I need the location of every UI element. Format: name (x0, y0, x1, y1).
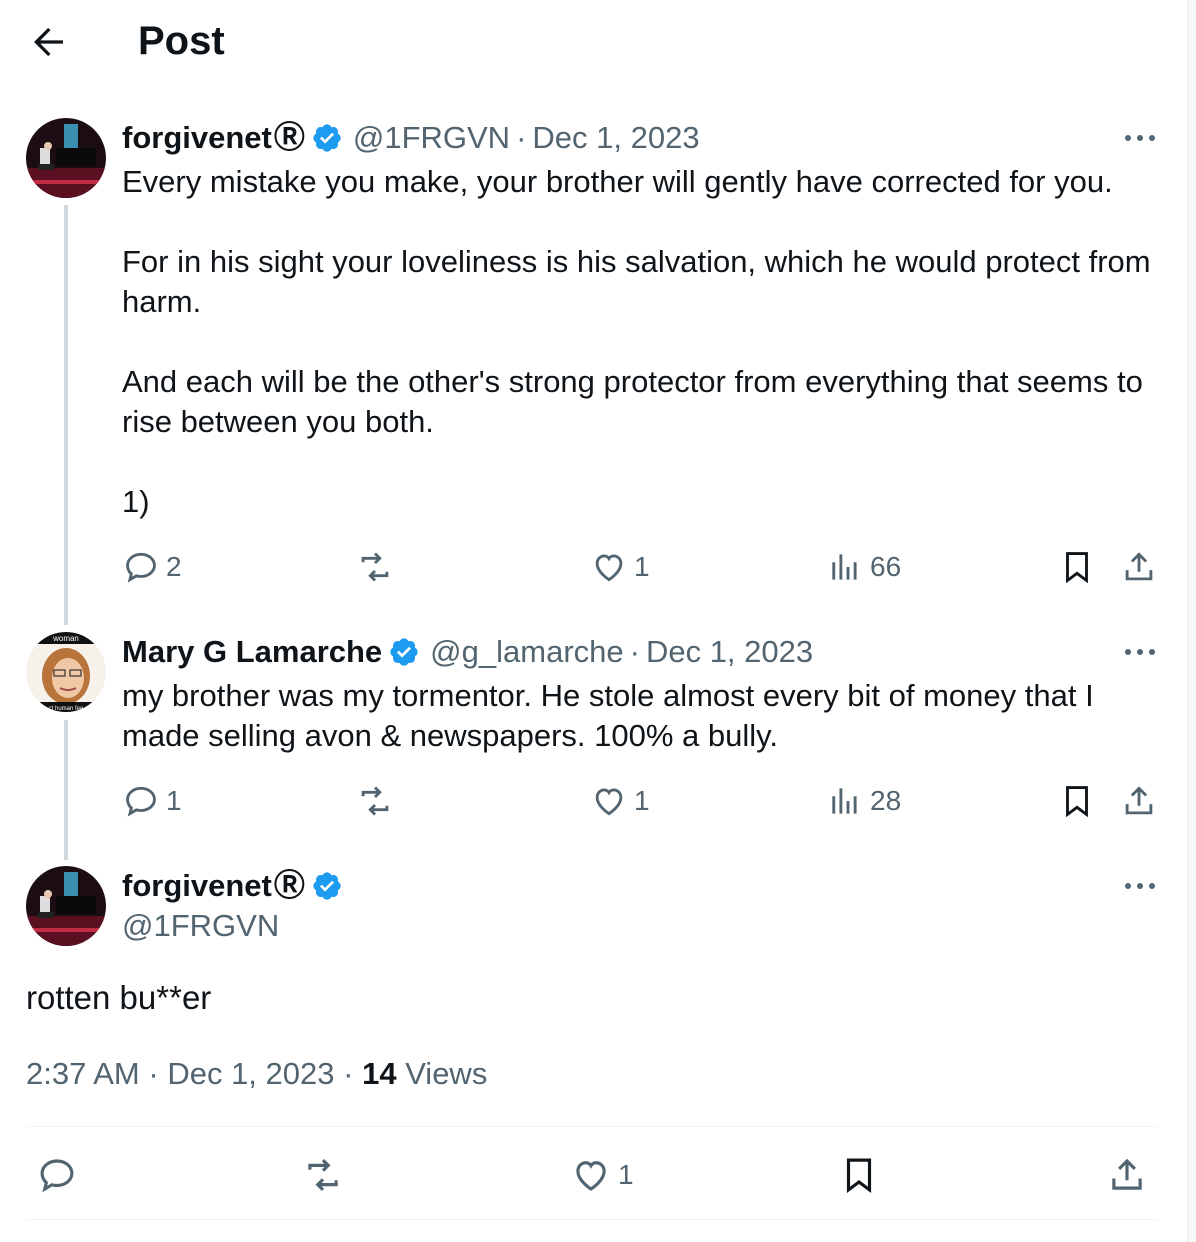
repost-button[interactable] (356, 548, 394, 586)
post-date[interactable]: Dec 1, 2023 (167, 1056, 334, 1091)
share-button[interactable] (1120, 782, 1158, 820)
view-count: 28 (870, 785, 902, 816)
reply-icon (126, 552, 156, 583)
repost-icon (361, 786, 389, 816)
avatar[interactable] (26, 866, 106, 946)
like-button[interactable]: 1 (590, 782, 650, 820)
reply-icon (40, 1159, 74, 1193)
post-time[interactable]: 2:37 AM (26, 1056, 140, 1091)
separator: · (516, 120, 527, 155)
more-icon (1125, 649, 1155, 655)
more-options-button[interactable] (1120, 640, 1160, 664)
separator: · (343, 1056, 354, 1091)
reply-count: 1 (166, 785, 182, 816)
thread-line (64, 205, 68, 625)
bookmark-button[interactable] (1058, 782, 1096, 820)
share-button[interactable] (1120, 548, 1158, 586)
separator: · (629, 634, 640, 669)
thread-line (64, 720, 68, 860)
bookmark-icon (1066, 552, 1088, 584)
share-icon (1125, 552, 1153, 581)
avatar[interactable] (26, 118, 106, 198)
avatar-caption: ct human fee (49, 706, 84, 712)
analytics-icon (832, 554, 857, 580)
post-text: rotten bu**er (26, 979, 212, 1016)
like-button[interactable]: 1 (590, 548, 650, 586)
avatar-image (26, 866, 106, 946)
author-name[interactable]: Mary G Lamarche (122, 632, 382, 672)
scrollbar[interactable] (1187, 0, 1196, 1242)
repost-button[interactable] (356, 782, 394, 820)
avatar-image: woman ct human fee (26, 632, 106, 712)
verified-badge-icon (313, 872, 341, 900)
like-count: 1 (618, 1159, 634, 1190)
heart-icon (576, 1161, 606, 1191)
more-icon (1125, 883, 1155, 889)
reply-button[interactable] (36, 1154, 78, 1196)
verified-badge-icon (390, 638, 418, 666)
registered-mark: Ⓡ (273, 868, 305, 903)
views-button[interactable]: 66 (826, 548, 901, 586)
like-count: 1 (634, 785, 650, 816)
share-icon (1125, 786, 1153, 815)
share-button[interactable] (1106, 1154, 1148, 1196)
like-count: 1 (634, 551, 650, 582)
divider (26, 1219, 1158, 1220)
registered-mark: Ⓡ (273, 120, 305, 155)
divider (26, 1126, 1158, 1127)
page-title: Post (138, 19, 225, 63)
reply-button[interactable]: 2 (122, 548, 182, 586)
analytics-icon (832, 788, 857, 814)
repost-button[interactable] (302, 1154, 344, 1196)
post-date[interactable]: Dec 1, 2023 (646, 632, 813, 672)
post-text: Every mistake you make, your brother wil… (122, 164, 1151, 519)
more-options-button[interactable] (1120, 874, 1160, 898)
bookmark-button[interactable] (838, 1154, 880, 1196)
author-handle[interactable]: @1FRGVN (122, 906, 279, 946)
avatar-image (26, 118, 106, 198)
avatar[interactable]: woman ct human fee (26, 632, 106, 712)
author-name[interactable]: forgivenet (122, 118, 272, 158)
back-arrow-icon (34, 27, 63, 57)
views-button[interactable]: 28 (826, 782, 901, 820)
bookmark-button[interactable] (1058, 548, 1096, 586)
bookmark-icon (1066, 786, 1088, 818)
heart-icon (595, 554, 623, 582)
avatar-caption: woman (52, 634, 79, 643)
author-handle[interactable]: @1FRGVN (353, 118, 510, 158)
post-date[interactable]: Dec 1, 2023 (532, 118, 699, 158)
heart-icon (595, 788, 623, 816)
share-icon (1112, 1158, 1142, 1190)
reply-count: 2 (166, 551, 182, 582)
view-count: 66 (870, 551, 902, 582)
repost-icon (308, 1159, 338, 1191)
more-options-button[interactable] (1120, 126, 1160, 150)
like-button[interactable]: 1 (570, 1154, 634, 1196)
post-text: my brother was my tormentor. He stole al… (122, 678, 1103, 753)
post-metadata: 2:37 AM · Dec 1, 2023 · 14 Views (26, 1056, 487, 1092)
repost-icon (361, 552, 389, 582)
author-name[interactable]: forgivenet (122, 866, 272, 906)
views-label: Views (405, 1056, 488, 1091)
author-handle[interactable]: @g_lamarche (430, 632, 623, 672)
more-icon (1125, 135, 1155, 141)
reply-icon (126, 786, 156, 817)
reply-button[interactable]: 1 (122, 782, 182, 820)
views-count: 14 (362, 1056, 397, 1091)
verified-badge-icon (313, 124, 341, 152)
back-button[interactable] (28, 22, 68, 62)
separator: · (148, 1056, 159, 1091)
bookmark-icon (846, 1158, 872, 1194)
